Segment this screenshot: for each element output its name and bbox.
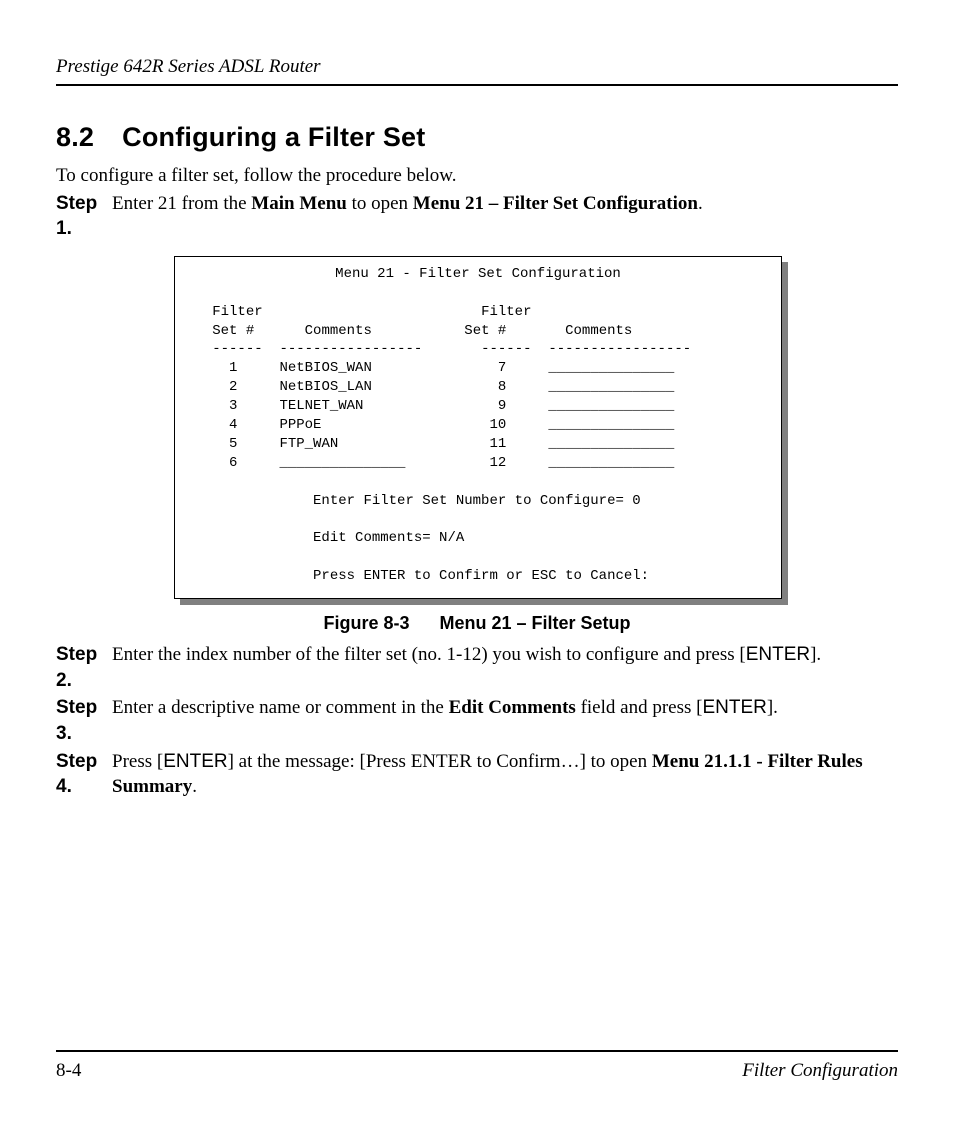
header-rule <box>56 84 898 86</box>
step-body: Press [ENTER] at the message: [Press ENT… <box>112 749 898 800</box>
step-label: Step 1. <box>56 191 112 242</box>
footer-rule <box>56 1050 898 1052</box>
step-label: Step 3. <box>56 695 112 746</box>
running-header: Prestige 642R Series ADSL Router <box>56 56 898 78</box>
footer-section: Filter Configuration <box>742 1060 898 1082</box>
step-body: Enter 21 from the Main Menu to open Menu… <box>112 191 898 242</box>
step-2: Step 2. Enter the index number of the fi… <box>56 642 898 693</box>
section-heading: 8.2 Configuring a Filter Set <box>56 122 898 153</box>
terminal-content: Menu 21 - Filter Set Configuration Filte… <box>174 256 782 599</box>
step-1: Step 1. Enter 21 from the Main Menu to o… <box>56 191 898 242</box>
menu-title: Menu 21 - Filter Set Configuration <box>187 265 769 284</box>
page-number: 8-4 <box>56 1060 81 1082</box>
step-4: Step 4. Press [ENTER] at the message: [P… <box>56 749 898 800</box>
section-title: Configuring a Filter Set <box>122 122 425 152</box>
figure-caption: Figure 8-3 Menu 21 – Filter Setup <box>56 613 898 634</box>
page-footer: 8-4 Filter Configuration <box>56 1050 898 1082</box>
intro-text: To configure a filter set, follow the pr… <box>56 163 898 189</box>
step-label: Step 4. <box>56 749 112 800</box>
section-number: 8.2 <box>56 122 94 153</box>
step-body: Enter the index number of the filter set… <box>112 642 898 693</box>
step-label: Step 2. <box>56 642 112 693</box>
step-3: Step 3. Enter a descriptive name or comm… <box>56 695 898 746</box>
step-body: Enter a descriptive name or comment in t… <box>112 695 898 746</box>
terminal-box: Menu 21 - Filter Set Configuration Filte… <box>174 256 782 599</box>
